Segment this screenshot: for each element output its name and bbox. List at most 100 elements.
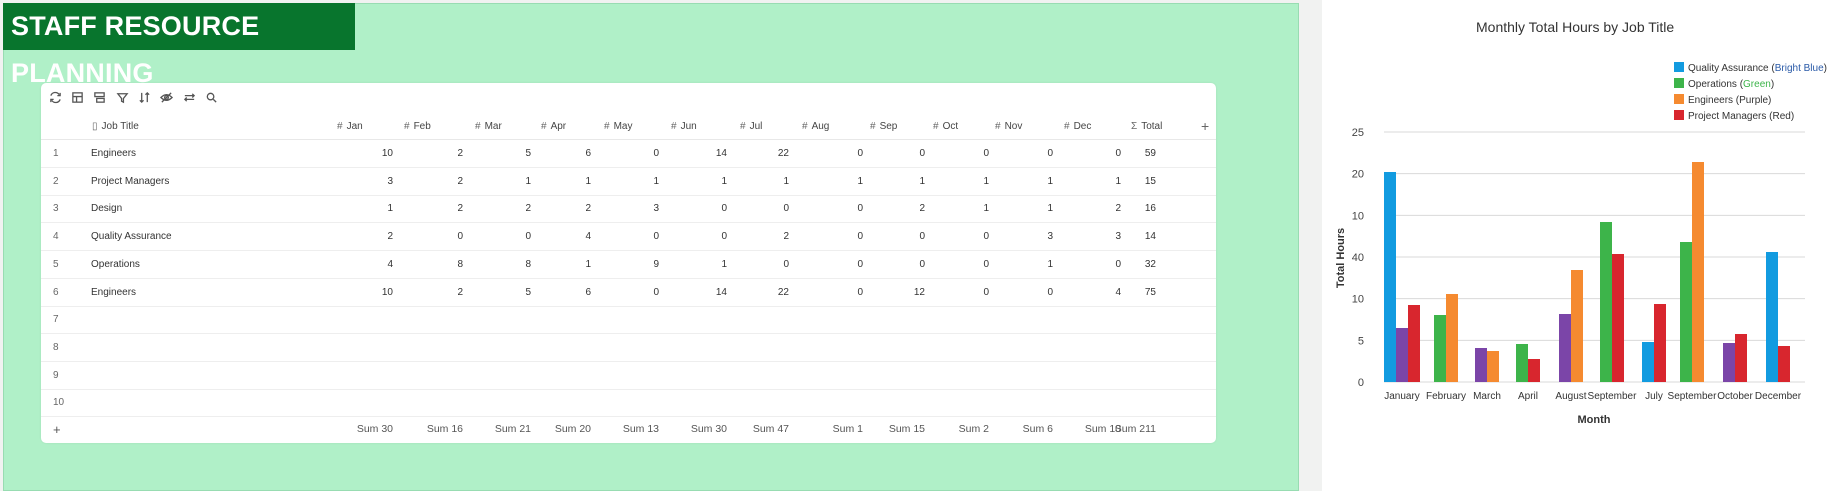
column-header[interactable]: # Dec	[1064, 113, 1091, 140]
table-row[interactable]: 6 Engineers 10 2 5 6 0 14 22 0 12 0 0 4 75	[41, 279, 1216, 307]
hours-cell[interactable]: 0	[823, 195, 863, 223]
column-header[interactable]: # Mar	[475, 113, 502, 140]
hours-cell[interactable]: 0	[949, 140, 989, 168]
hours-cell[interactable]: 0	[823, 279, 863, 307]
hours-cell[interactable]: 0	[1081, 140, 1121, 168]
hours-cell[interactable]: 2	[1081, 195, 1121, 223]
hours-cell[interactable]: 0	[1013, 279, 1053, 307]
hours-cell[interactable]: 22	[749, 279, 789, 307]
hours-cell[interactable]: 2	[551, 195, 591, 223]
hours-cell[interactable]: 3	[1081, 223, 1121, 251]
job-title-cell[interactable]: Engineers	[91, 279, 136, 307]
table-row[interactable]: 3 Design 1 2 2 2 3 0 0 0 2 1 1 2 16	[41, 195, 1216, 224]
refresh-icon[interactable]	[47, 90, 63, 106]
total-cell[interactable]: 14	[1116, 223, 1156, 251]
column-header[interactable]: # Nov	[995, 113, 1022, 140]
hours-cell[interactable]: 0	[949, 251, 989, 279]
hours-cell[interactable]: 0	[949, 223, 989, 251]
hours-cell[interactable]: 0	[619, 279, 659, 307]
hours-cell[interactable]: 4	[1081, 279, 1121, 307]
column-header[interactable]: # Jun	[671, 113, 697, 140]
table-row[interactable]: 4 Quality Assurance 2 0 0 4 0 0 2 0 0 0 3 3 14	[41, 223, 1216, 252]
hours-cell[interactable]: 1	[491, 168, 531, 196]
add-row-button[interactable]: +	[53, 416, 61, 444]
hours-cell[interactable]: 14	[687, 279, 727, 307]
hours-cell[interactable]: 6	[551, 140, 591, 168]
hours-cell[interactable]: 8	[423, 251, 463, 279]
job-title-cell[interactable]: Engineers	[91, 140, 136, 168]
column-header[interactable]: # Feb	[404, 113, 431, 140]
hours-cell[interactable]: 1	[949, 168, 989, 196]
hours-cell[interactable]: 12	[885, 279, 925, 307]
hours-cell[interactable]: 0	[885, 223, 925, 251]
job-title-cell[interactable]: Project Managers	[91, 168, 169, 196]
table-row[interactable]: 5 Operations 4 8 8 1 9 1 0 0 0 0 1 0 32	[41, 251, 1216, 279]
hours-cell[interactable]: 3	[1013, 223, 1053, 251]
table-row[interactable]: 2 Project Managers 3 2 1 1 1 1 1 1 1 1 1 1 15	[41, 168, 1216, 196]
table-row[interactable]: 7	[41, 306, 1216, 335]
hours-cell[interactable]: 0	[619, 223, 659, 251]
column-header[interactable]: # Jul	[740, 113, 762, 140]
hours-cell[interactable]: 2	[423, 195, 463, 223]
hours-cell[interactable]: 1	[687, 168, 727, 196]
column-header[interactable]: # May	[604, 113, 632, 140]
hours-cell[interactable]: 14	[687, 140, 727, 168]
hours-cell[interactable]: 6	[551, 279, 591, 307]
hours-cell[interactable]: 3	[619, 195, 659, 223]
hours-cell[interactable]: 0	[823, 251, 863, 279]
table-view-icon[interactable]	[69, 90, 85, 106]
total-cell[interactable]: 75	[1116, 279, 1156, 307]
hours-cell[interactable]: 1	[949, 195, 989, 223]
hours-cell[interactable]: 1	[1013, 251, 1053, 279]
add-column-button[interactable]: +	[1201, 113, 1209, 140]
column-header[interactable]: # Jan	[337, 113, 363, 140]
hours-cell[interactable]: 9	[619, 251, 659, 279]
hours-cell[interactable]: 3	[353, 168, 393, 196]
table-row[interactable]: 1 Engineers 10 2 5 6 0 14 22 0 0 0 0 0 59	[41, 140, 1216, 168]
hours-cell[interactable]: 0	[1013, 140, 1053, 168]
table-row[interactable]: 9	[41, 362, 1216, 390]
hours-cell[interactable]: 0	[1081, 251, 1121, 279]
hours-cell[interactable]: 0	[423, 223, 463, 251]
hours-cell[interactable]: 0	[749, 251, 789, 279]
hours-cell[interactable]: 1	[551, 251, 591, 279]
hours-cell[interactable]: 0	[885, 140, 925, 168]
column-header[interactable]: ▯ Job Title	[92, 113, 139, 140]
total-cell[interactable]: 32	[1116, 251, 1156, 279]
hours-cell[interactable]: 0	[687, 195, 727, 223]
column-header[interactable]: # Aug	[802, 113, 829, 140]
table-row[interactable]: 8	[41, 334, 1216, 362]
group-icon[interactable]	[91, 90, 107, 106]
total-cell[interactable]: 15	[1116, 168, 1156, 196]
hours-cell[interactable]: 0	[885, 251, 925, 279]
row-height-icon[interactable]	[181, 90, 197, 106]
hours-cell[interactable]: 1	[551, 168, 591, 196]
hours-cell[interactable]: 8	[491, 251, 531, 279]
hours-cell[interactable]: 4	[551, 223, 591, 251]
filter-icon[interactable]	[114, 90, 130, 106]
job-title-cell[interactable]: Design	[91, 195, 122, 223]
hours-cell[interactable]: 2	[423, 140, 463, 168]
column-header[interactable]: # Oct	[933, 113, 958, 140]
hours-cell[interactable]: 4	[353, 251, 393, 279]
hours-cell[interactable]: 0	[823, 223, 863, 251]
total-cell[interactable]: 16	[1116, 195, 1156, 223]
hours-cell[interactable]: 0	[491, 223, 531, 251]
hours-cell[interactable]: 1	[749, 168, 789, 196]
hours-cell[interactable]: 1	[1081, 168, 1121, 196]
hours-cell[interactable]: 1	[885, 168, 925, 196]
hours-cell[interactable]: 5	[491, 279, 531, 307]
hours-cell[interactable]: 2	[885, 195, 925, 223]
table-row[interactable]: 10	[41, 389, 1216, 418]
column-header[interactable]: Σ Total	[1131, 113, 1162, 140]
column-header[interactable]: # Sep	[870, 113, 897, 140]
hours-cell[interactable]: 1	[619, 168, 659, 196]
hours-cell[interactable]: 2	[423, 168, 463, 196]
hours-cell[interactable]: 1	[1013, 168, 1053, 196]
hours-cell[interactable]: 0	[687, 223, 727, 251]
search-icon[interactable]	[203, 90, 219, 106]
hours-cell[interactable]: 2	[749, 223, 789, 251]
hours-cell[interactable]: 10	[353, 140, 393, 168]
hours-cell[interactable]: 5	[491, 140, 531, 168]
total-cell[interactable]: 59	[1116, 140, 1156, 168]
